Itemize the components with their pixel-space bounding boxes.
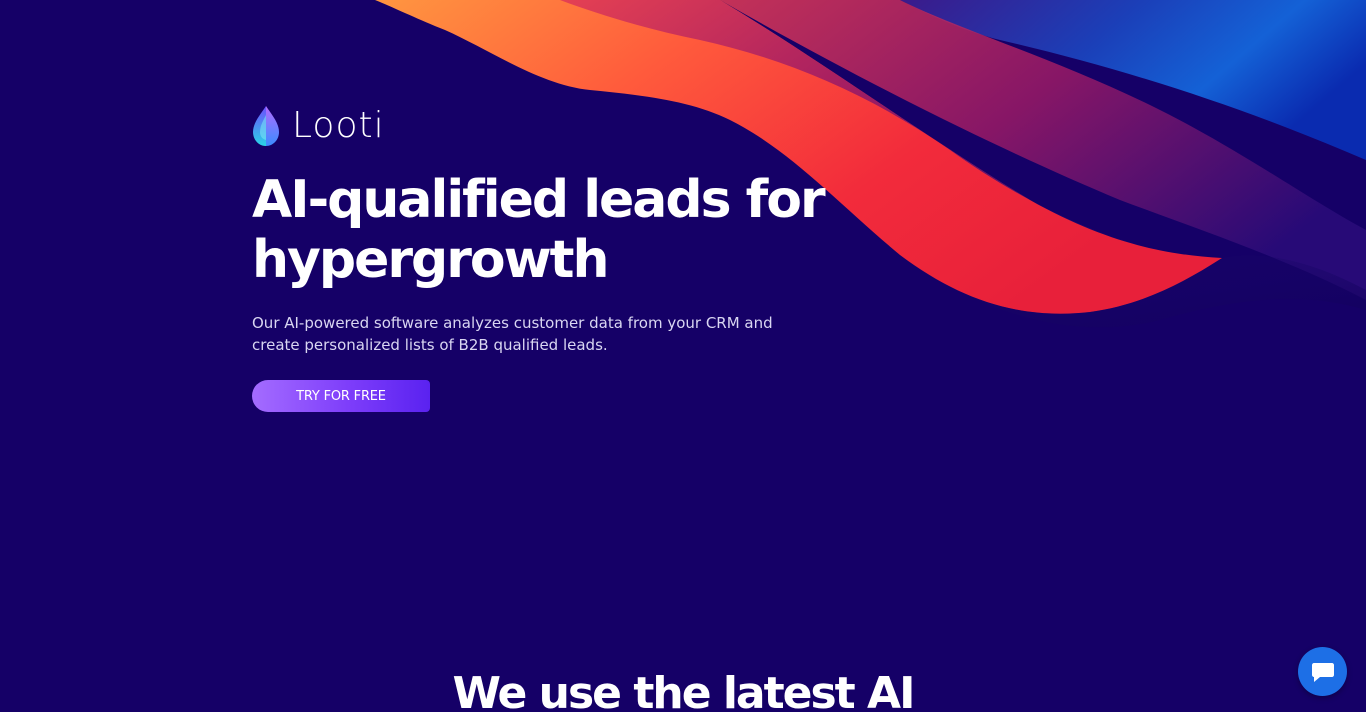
hero-wave-graphic (375, 0, 1366, 328)
chat-bubble-icon (1311, 662, 1334, 682)
looti-drop-icon (253, 106, 279, 146)
section-title: We use the latest AI (452, 668, 916, 712)
hero-subtitle: Our AI-powered software analyzes custome… (252, 314, 773, 354)
try-for-free-button[interactable]: TRY FOR FREE (252, 380, 430, 412)
hero-headline: AI-qualified leads for hypergrowth (252, 170, 826, 290)
landing-page: Looti AI-qualified leads for hypergrowth… (0, 0, 1366, 712)
chat-widget-button[interactable] (1298, 647, 1347, 696)
brand-name: Looti (292, 105, 385, 146)
brand-logo[interactable]: Looti (252, 104, 385, 148)
